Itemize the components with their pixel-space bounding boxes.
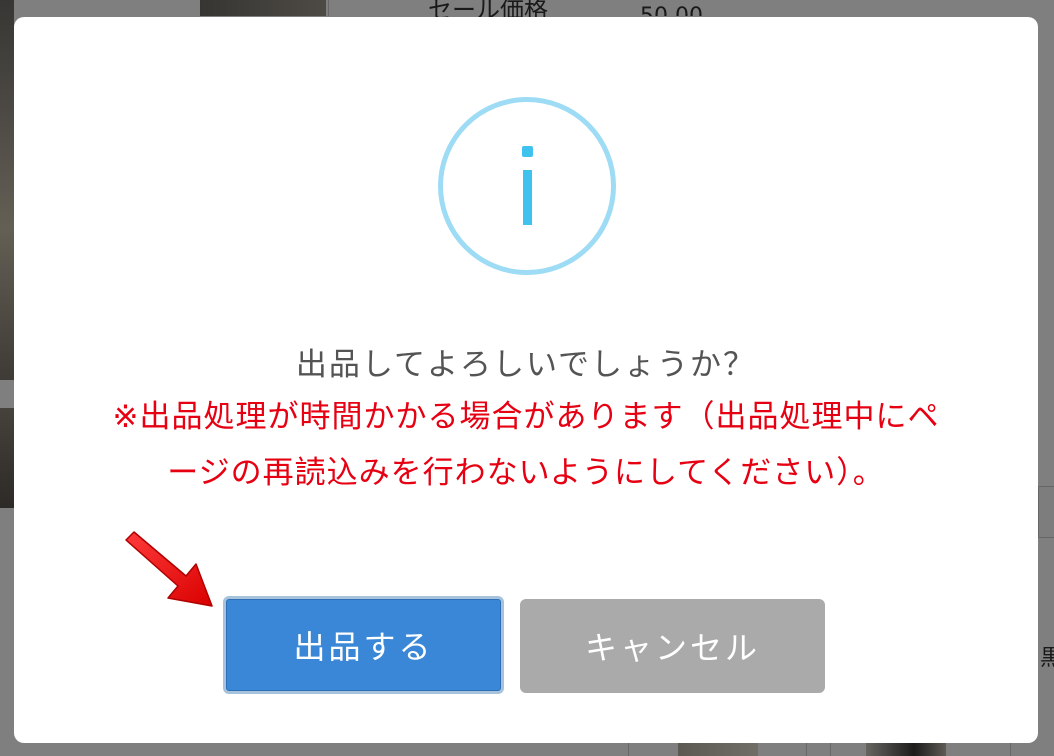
dialog-question: 出品してよろしいでしょうか？ — [295, 347, 757, 383]
annotation-arrow-icon — [125, 531, 213, 607]
confirm-dialog: 出品してよろしいでしょうか？ ※出品処理が時間かかる場合があります（出品処理中に… — [14, 17, 1038, 743]
dialog-warning: ※出品処理が時間かかる場合があります（出品処理中にページの再読込みを行わないよう… — [112, 399, 940, 491]
cancel-button[interactable]: キャンセル — [520, 599, 825, 693]
info-icon-dot — [522, 146, 533, 157]
info-icon-stem — [523, 170, 532, 225]
confirm-list-button[interactable]: 出品する — [223, 596, 504, 694]
info-icon — [438, 97, 616, 275]
